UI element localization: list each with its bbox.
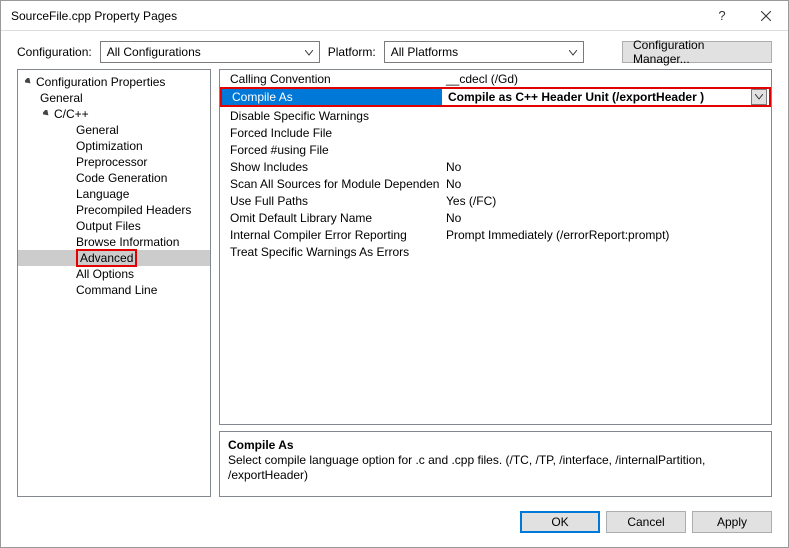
grid-row[interactable]: Internal Compiler Error ReportingPrompt … [220, 226, 771, 243]
help-button[interactable]: ? [700, 1, 744, 31]
close-icon [761, 11, 771, 21]
grid-row[interactable]: Omit Default Library NameNo [220, 209, 771, 226]
grid-value: No [440, 160, 771, 174]
grid-key: Show Includes [220, 160, 440, 174]
chevron-down-icon [569, 45, 577, 59]
grid-row[interactable]: Treat Specific Warnings As Errors [220, 243, 771, 260]
grid-value: Prompt Immediately (/errorReport:prompt) [440, 228, 771, 242]
titlebar: SourceFile.cpp Property Pages ? [1, 1, 788, 31]
grid-key: Forced Include File [220, 126, 440, 140]
configuration-label: Configuration: [17, 45, 92, 59]
tree-item-cpp[interactable]: C/C++ [18, 106, 210, 122]
nav-tree[interactable]: Configuration Properties General C/C++ G… [17, 69, 211, 497]
tree-item-browse-information[interactable]: Browse Information [18, 234, 210, 250]
content-area: Configuration Properties General C/C++ G… [1, 69, 788, 503]
grid-value: Yes (/FC) [440, 194, 771, 208]
row-dropdown-button[interactable] [751, 89, 767, 105]
apply-button[interactable]: Apply [692, 511, 772, 533]
collapse-icon[interactable] [40, 110, 54, 118]
grid-row[interactable]: Compile AsCompile as C++ Header Unit (/e… [220, 87, 771, 107]
footer: OK Cancel Apply [1, 503, 788, 547]
grid-key: Internal Compiler Error Reporting [220, 228, 440, 242]
chevron-down-icon [755, 94, 763, 100]
tree-item-advanced[interactable]: Advanced [18, 250, 210, 266]
grid-row[interactable]: Use Full PathsYes (/FC) [220, 192, 771, 209]
platform-value: All Platforms [391, 45, 458, 59]
grid-key: Treat Specific Warnings As Errors [220, 245, 440, 259]
grid-row[interactable]: Calling Convention__cdecl (/Gd) [220, 70, 771, 87]
platform-label: Platform: [328, 45, 376, 59]
tree-item-root[interactable]: Configuration Properties [18, 74, 210, 90]
grid-key: Scan All Sources for Module Dependen [220, 177, 440, 191]
grid-row[interactable]: Forced Include File [220, 124, 771, 141]
chevron-down-icon [305, 45, 313, 59]
window-title: SourceFile.cpp Property Pages [11, 9, 700, 23]
ok-button[interactable]: OK [520, 511, 600, 533]
tree-item-code-generation[interactable]: Code Generation [18, 170, 210, 186]
close-button[interactable] [744, 1, 788, 31]
configuration-combo[interactable]: All Configurations [100, 41, 320, 63]
configuration-manager-button[interactable]: Configuration Manager... [622, 41, 772, 63]
description-box: Compile As Select compile language optio… [219, 431, 772, 497]
platform-combo[interactable]: All Platforms [384, 41, 584, 63]
tree-item-general-top[interactable]: General [18, 90, 210, 106]
grid-row[interactable]: Disable Specific Warnings [220, 107, 771, 124]
description-body: Select compile language option for .c an… [228, 453, 763, 483]
grid-key: Omit Default Library Name [220, 211, 440, 225]
grid-key: Calling Convention [220, 72, 440, 86]
grid-value: Compile as C++ Header Unit (/exportHeade… [442, 89, 769, 105]
configuration-value: All Configurations [107, 45, 201, 59]
property-pages-window: SourceFile.cpp Property Pages ? Configur… [0, 0, 789, 548]
grid-row[interactable]: Forced #using File [220, 141, 771, 158]
grid-row[interactable]: Show IncludesNo [220, 158, 771, 175]
grid-key: Disable Specific Warnings [220, 109, 440, 123]
tree-item-precompiled-headers[interactable]: Precompiled Headers [18, 202, 210, 218]
tree-item-command-line[interactable]: Command Line [18, 282, 210, 298]
grid-value: No [440, 211, 771, 225]
tree-item-optimization[interactable]: Optimization [18, 138, 210, 154]
tree-item-language[interactable]: Language [18, 186, 210, 202]
collapse-icon[interactable] [22, 78, 36, 86]
help-icon: ? [718, 8, 725, 23]
description-title: Compile As [228, 438, 763, 452]
tree-item-preprocessor[interactable]: Preprocessor [18, 154, 210, 170]
grid-value: __cdecl (/Gd) [440, 72, 771, 86]
tree-item-general[interactable]: General [18, 122, 210, 138]
property-grid[interactable]: Calling Convention__cdecl (/Gd)Compile A… [219, 69, 772, 425]
tree-item-all-options[interactable]: All Options [18, 266, 210, 282]
grid-value: No [440, 177, 771, 191]
right-column: Calling Convention__cdecl (/Gd)Compile A… [219, 69, 772, 497]
grid-row[interactable]: Scan All Sources for Module DependenNo [220, 175, 771, 192]
config-row: Configuration: All Configurations Platfo… [1, 31, 788, 69]
grid-key: Compile As [222, 89, 442, 105]
grid-key: Forced #using File [220, 143, 440, 157]
cancel-button[interactable]: Cancel [606, 511, 686, 533]
tree-item-output-files[interactable]: Output Files [18, 218, 210, 234]
grid-key: Use Full Paths [220, 194, 440, 208]
